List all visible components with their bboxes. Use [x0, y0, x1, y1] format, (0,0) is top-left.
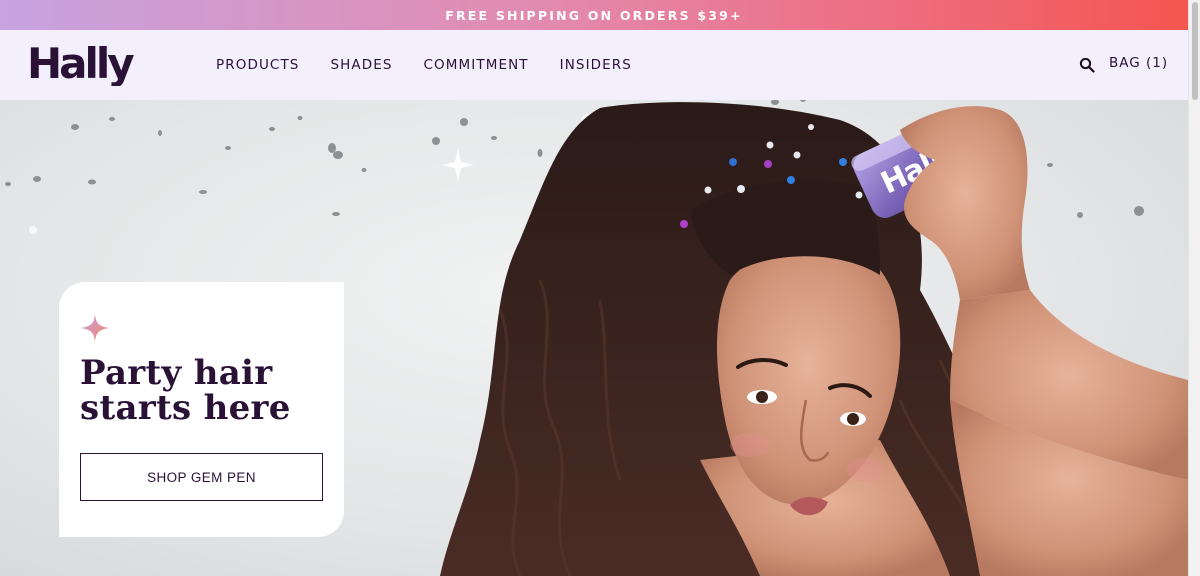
nav-item-shades[interactable]: SHADES [330, 57, 392, 73]
nav-item-products[interactable]: PRODUCTS [216, 57, 299, 73]
search-icon[interactable] [1079, 57, 1095, 73]
nav-item-commitment[interactable]: COMMITMENT [424, 57, 529, 73]
main-nav: PRODUCTS SHADES COMMITMENT INSIDERS [216, 30, 663, 100]
site-header: Hally PRODUCTS SHADES COMMITMENT INSIDER… [0, 30, 1188, 100]
nav-item-insiders[interactable]: INSIDERS [560, 57, 632, 73]
hero-banner: Hally Party hair starts here SHOP GEM PE… [0, 100, 1188, 576]
shop-gem-pen-button[interactable]: SHOP GEM PEN [80, 453, 323, 501]
scrollbar-thumb[interactable] [1192, 2, 1198, 100]
hero-headline: Party hair starts here [80, 353, 291, 428]
hero-promo-card: Party hair starts here SHOP GEM PEN [59, 282, 344, 537]
bag-button[interactable]: BAG (1) [1109, 55, 1168, 71]
brand-logo[interactable]: Hally [27, 42, 163, 86]
announcement-bar: FREE SHIPPING ON ORDERS $39+ [0, 0, 1188, 30]
sparkle-icon [81, 314, 109, 342]
logo-text: Hally [27, 42, 134, 86]
page-scrollbar[interactable] [1188, 0, 1200, 576]
announcement-text: FREE SHIPPING ON ORDERS $39+ [445, 7, 743, 23]
